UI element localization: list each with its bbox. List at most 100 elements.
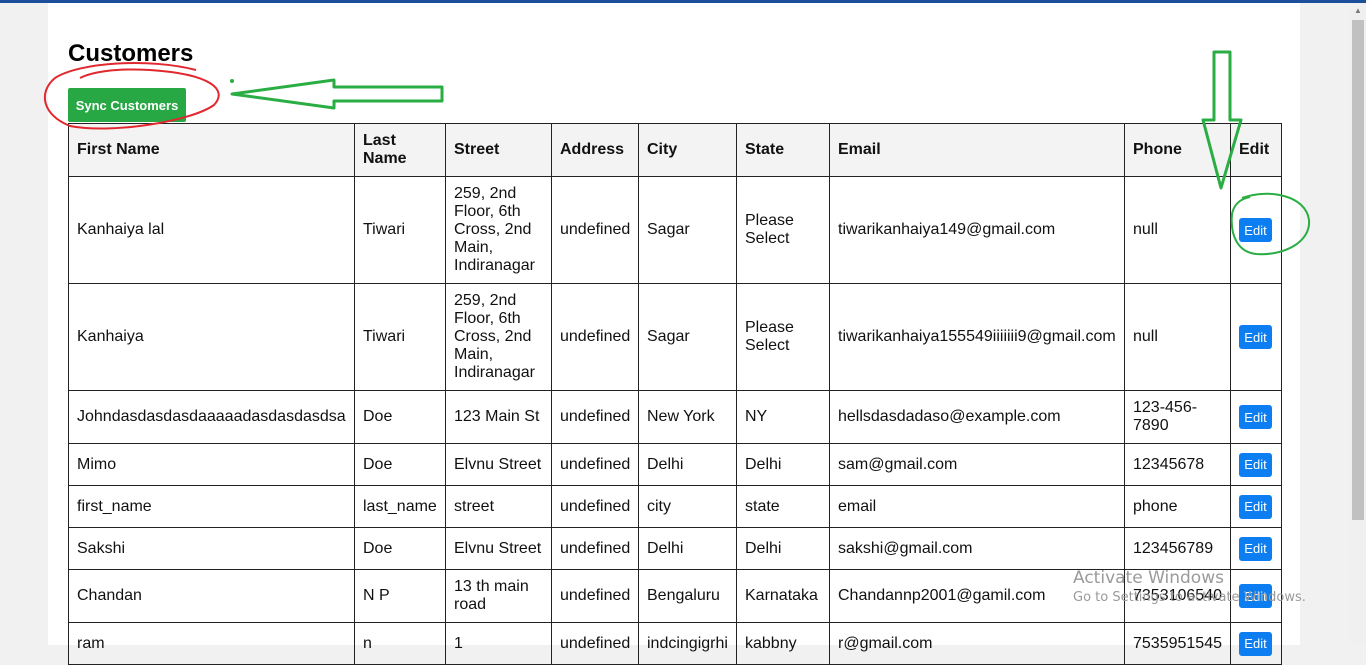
edit-button[interactable]: Edit [1239, 536, 1272, 561]
cell-street: 259, 2nd Floor, 6th Cross, 2nd Main, Ind… [445, 283, 552, 391]
page-title: Customers [68, 40, 194, 67]
cell-edit: Edit [1230, 622, 1282, 665]
cell-first-name: Chandan [68, 569, 355, 623]
cell-first-name: Kanhaiya [68, 283, 355, 391]
cell-last-name: Doe [354, 527, 446, 570]
cell-email: email [829, 485, 1125, 528]
cell-first-name: Mimo [68, 443, 355, 486]
cell-email: sakshi@gmail.com [829, 527, 1125, 570]
column-header-edit: Edit [1230, 123, 1282, 177]
cell-address: undefined [551, 443, 639, 486]
cell-state: NY [736, 390, 830, 444]
cell-street: street [445, 485, 552, 528]
table-row: Kanhaiya Tiwari 259, 2nd Floor, 6th Cros… [68, 283, 1282, 391]
edit-button[interactable]: Edit [1239, 494, 1272, 519]
cell-first-name: first_name [68, 485, 355, 528]
cell-city: Delhi [638, 527, 737, 570]
cell-street: Elvnu Street [445, 527, 552, 570]
edit-button[interactable]: Edit [1239, 584, 1272, 608]
column-header-state: State [736, 123, 830, 177]
cell-email: Chandannp2001@gamil.com [829, 569, 1125, 623]
cell-address: undefined [551, 569, 639, 623]
cell-phone: 12345678 [1124, 443, 1231, 486]
cell-address: undefined [551, 527, 639, 570]
cell-email: sam@gmail.com [829, 443, 1125, 486]
cell-phone: null [1124, 283, 1231, 391]
cell-phone: 7535951545 [1124, 622, 1231, 665]
cell-email: tiwarikanhaiya155549iiiiiii9@gmail.com [829, 283, 1125, 391]
customers-table: First Name Last Name Street Address City… [68, 123, 1282, 665]
column-header-last-name: Last Name [354, 123, 446, 177]
cell-city: Bengaluru [638, 569, 737, 623]
cell-email: r@gmail.com [829, 622, 1125, 665]
column-header-email: Email [829, 123, 1125, 177]
scroll-up-arrow-icon[interactable]: ▲ [1350, 3, 1366, 19]
cell-state: Delhi [736, 527, 830, 570]
cell-city: Delhi [638, 443, 737, 486]
column-header-street: Street [445, 123, 552, 177]
cell-last-name: last_name [354, 485, 446, 528]
cell-address: undefined [551, 622, 639, 665]
table-row: Mimo Doe Elvnu Street undefined Delhi De… [68, 443, 1282, 486]
cell-edit: Edit [1230, 569, 1282, 623]
cell-street: Elvnu Street [445, 443, 552, 486]
cell-phone: null [1124, 176, 1231, 284]
cell-city: New York [638, 390, 737, 444]
cell-street: 259, 2nd Floor, 6th Cross, 2nd Main, Ind… [445, 176, 552, 284]
cell-last-name: Doe [354, 443, 446, 486]
cell-edit: Edit [1230, 485, 1282, 528]
column-header-phone: Phone [1124, 123, 1231, 177]
cell-address: undefined [551, 283, 639, 391]
cell-state: Please Select [736, 176, 830, 284]
cell-street: 1 [445, 622, 552, 665]
cell-phone: 7353106540 [1124, 569, 1231, 623]
cell-last-name: Tiwari [354, 176, 446, 284]
edit-button[interactable]: Edit [1239, 405, 1272, 429]
cell-state: Please Select [736, 283, 830, 391]
cell-edit: Edit [1230, 176, 1282, 284]
cell-first-name: ram [68, 622, 355, 665]
cell-phone: 123-456-7890 [1124, 390, 1231, 444]
cell-edit: Edit [1230, 390, 1282, 444]
sync-customers-button[interactable]: Sync Customers [68, 88, 186, 122]
cell-state: state [736, 485, 830, 528]
cell-state: Karnataka [736, 569, 830, 623]
cell-first-name: Johndasdasdasdaaaaadasdasdasdsa [68, 390, 355, 444]
scrollbar-thumb[interactable] [1352, 20, 1364, 520]
cell-email: hellsdasdadaso@example.com [829, 390, 1125, 444]
table-row: Chandan N P 13 th main road undefined Be… [68, 569, 1282, 623]
cell-last-name: n [354, 622, 446, 665]
cell-state: Delhi [736, 443, 830, 486]
table-row: Kanhaiya lal Tiwari 259, 2nd Floor, 6th … [68, 176, 1282, 284]
cell-last-name: Doe [354, 390, 446, 444]
cell-city: city [638, 485, 737, 528]
cell-street: 123 Main St [445, 390, 552, 444]
cell-last-name: Tiwari [354, 283, 446, 391]
cell-state: kabbny [736, 622, 830, 665]
edit-button[interactable]: Edit [1239, 631, 1272, 656]
column-header-first-name: First Name [68, 123, 355, 177]
cell-first-name: Sakshi [68, 527, 355, 570]
table-header-row: First Name Last Name Street Address City… [68, 123, 1282, 177]
cell-phone: 123456789 [1124, 527, 1231, 570]
cell-phone: phone [1124, 485, 1231, 528]
cell-last-name: N P [354, 569, 446, 623]
cell-city: Sagar [638, 176, 737, 284]
table-row: ram n 1 undefined indcingigrhi kabbny r@… [68, 622, 1282, 665]
cell-address: undefined [551, 176, 639, 284]
column-header-address: Address [551, 123, 639, 177]
cell-address: undefined [551, 485, 639, 528]
edit-button[interactable]: Edit [1239, 218, 1272, 242]
cell-edit: Edit [1230, 527, 1282, 570]
cell-email: tiwarikanhaiya149@gmail.com [829, 176, 1125, 284]
edit-button[interactable]: Edit [1239, 452, 1272, 477]
table-row: Johndasdasdasdaaaaadasdasdasdsa Doe 123 … [68, 390, 1282, 444]
cell-city: Sagar [638, 283, 737, 391]
edit-button[interactable]: Edit [1239, 325, 1272, 349]
table-row: Sakshi Doe Elvnu Street undefined Delhi … [68, 527, 1282, 570]
column-header-city: City [638, 123, 737, 177]
cell-street: 13 th main road [445, 569, 552, 623]
cell-address: undefined [551, 390, 639, 444]
cell-edit: Edit [1230, 283, 1282, 391]
cell-edit: Edit [1230, 443, 1282, 486]
